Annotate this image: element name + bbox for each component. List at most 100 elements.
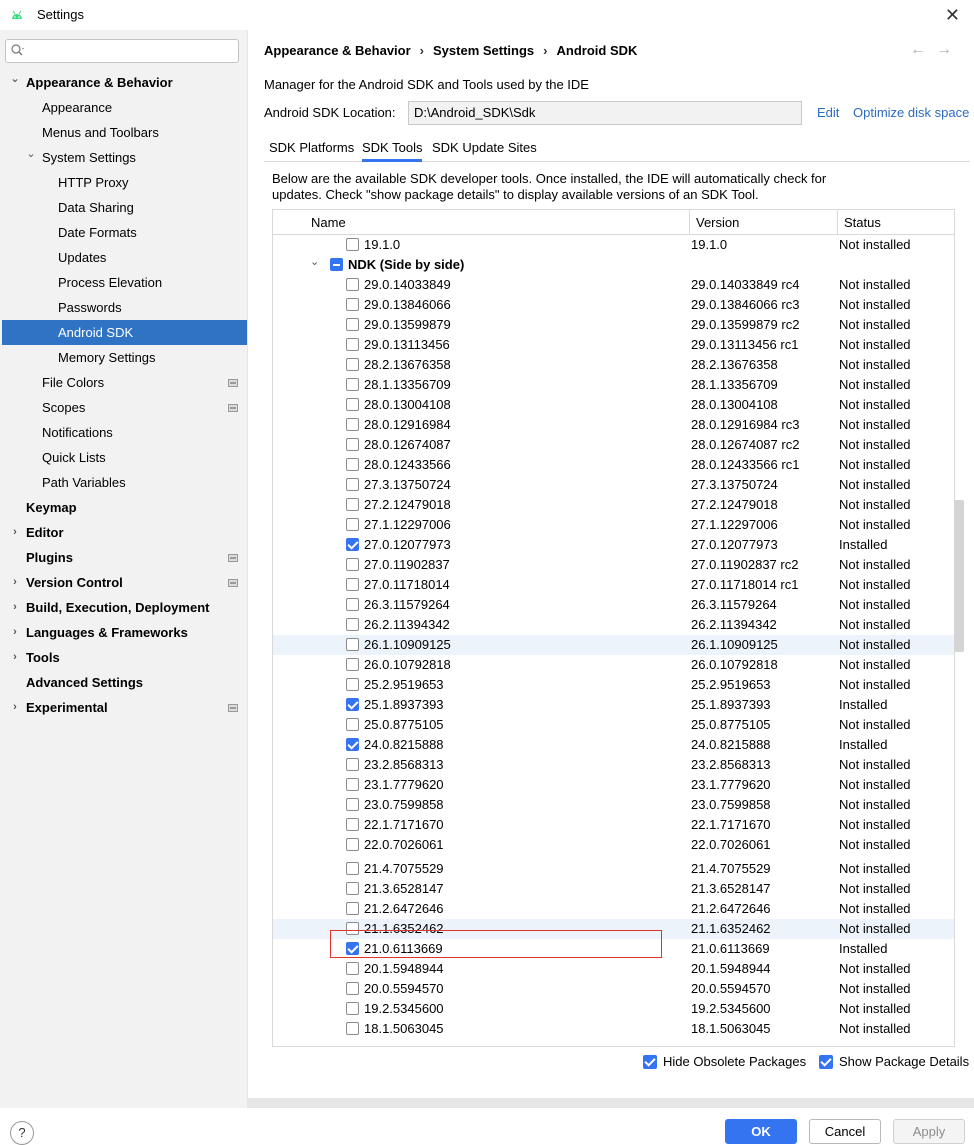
sidebar-item-tools[interactable]: › Tools <box>2 645 247 670</box>
sidebar-item-appearance-behavior[interactable]: ⌄ Appearance & Behavior <box>2 70 247 95</box>
breadcrumb-item[interactable]: Appearance & Behavior <box>264 43 411 58</box>
sidebar-item-notifications[interactable]: Notifications <box>2 420 247 445</box>
row-checkbox[interactable] <box>346 398 359 411</box>
sidebar-item-android-sdk[interactable]: Android SDK <box>2 320 247 345</box>
tab-sdk-tools[interactable]: SDK Tools <box>362 140 423 162</box>
table-row[interactable]: 29.0.13113456 29.0.13113456 rc1 Not instal… <box>273 335 954 355</box>
table-row[interactable]: 26.0.10792818 26.0.10792818 Not installed <box>273 655 954 675</box>
table-row[interactable]: 23.1.7779620 23.1.7779620 Not installed <box>273 775 954 795</box>
sidebar-item-editor[interactable]: › Editor <box>2 520 247 545</box>
row-checkbox[interactable] <box>346 738 359 751</box>
table-row[interactable]: 29.0.13599879 29.0.13599879 rc2 Not instal… <box>273 315 954 335</box>
chevron-right-icon[interactable]: › <box>9 595 21 620</box>
row-checkbox[interactable] <box>346 678 359 691</box>
row-checkbox[interactable] <box>346 598 359 611</box>
table-row[interactable]: 21.3.6528147 21.3.6528147 Not installed <box>273 879 954 899</box>
table-row[interactable]: 28.0.12916984 28.0.12916984 rc3 Not instal… <box>273 415 954 435</box>
table-row[interactable]: 23.0.7599858 23.0.7599858 Not installed <box>273 795 954 815</box>
row-checkbox[interactable] <box>346 818 359 831</box>
row-checkbox[interactable] <box>346 658 359 671</box>
row-checkbox[interactable] <box>346 1002 359 1015</box>
table-row[interactable]: 28.1.13356709 28.1.13356709 Not installed <box>273 375 954 395</box>
show-details-checkbox[interactable] <box>819 1055 833 1069</box>
column-header-name[interactable]: Name <box>311 215 346 230</box>
sidebar-item-version-control[interactable]: › Version Control <box>2 570 247 595</box>
row-checkbox[interactable] <box>346 1022 359 1035</box>
table-row[interactable]: 21.4.7075529 21.4.7075529 Not installed <box>273 859 954 879</box>
row-checkbox[interactable] <box>346 238 359 251</box>
row-checkbox[interactable] <box>346 478 359 491</box>
row-checkbox[interactable] <box>346 518 359 531</box>
table-row[interactable]: 29.0.13846066 29.0.13846066 rc3 Not instal… <box>273 295 954 315</box>
forward-arrow-icon[interactable]: → <box>936 41 962 58</box>
tab-sdk-update-sites[interactable]: SDK Update Sites <box>432 140 537 162</box>
row-checkbox[interactable] <box>346 882 359 895</box>
optimize-disk-space-link[interactable]: Optimize disk space <box>853 105 969 120</box>
sidebar-item-path-variables[interactable]: Path Variables <box>2 470 247 495</box>
table-row[interactable]: 24.0.8215888 24.0.8215888 Installed <box>273 735 954 755</box>
table-row[interactable]: 21.2.6472646 21.2.6472646 Not installed <box>273 899 954 919</box>
chevron-right-icon[interactable]: › <box>9 570 21 595</box>
sidebar-item-plugins[interactable]: Plugins <box>2 545 247 570</box>
sidebar-item-menus-and-toolbars[interactable]: Menus and Toolbars <box>2 120 247 145</box>
edit-link[interactable]: Edit <box>817 105 839 120</box>
row-checkbox[interactable] <box>346 638 359 651</box>
chevron-right-icon[interactable]: › <box>9 620 21 645</box>
chevron-right-icon[interactable]: › <box>9 520 21 545</box>
row-checkbox[interactable] <box>346 458 359 471</box>
row-checkbox[interactable] <box>346 578 359 591</box>
table-row[interactable]: 20.1.5948944 20.1.5948944 Not installed <box>273 959 954 979</box>
row-checkbox[interactable] <box>346 698 359 711</box>
table-row[interactable]: 22.0.7026061 22.0.7026061 Not installed <box>273 835 954 855</box>
row-checkbox[interactable] <box>346 498 359 511</box>
sidebar-item-date-formats[interactable]: Date Formats <box>2 220 247 245</box>
table-row[interactable]: 28.0.12433566 28.0.12433566 rc1 Not instal… <box>273 455 954 475</box>
chevron-down-icon[interactable]: ⌄ <box>25 142 37 167</box>
row-checkbox[interactable] <box>346 378 359 391</box>
table-row[interactable]: 19.2.5345600 19.2.5345600 Not installed <box>273 999 954 1019</box>
horizontal-scrollbar[interactable] <box>248 1098 974 1108</box>
row-checkbox[interactable] <box>346 982 359 995</box>
table-row[interactable]: 26.2.11394342 26.2.11394342 Not installed <box>273 615 954 635</box>
close-icon[interactable]: ✕ <box>945 5 960 26</box>
tab-sdk-platforms[interactable]: SDK Platforms <box>269 140 354 162</box>
table-row[interactable]: 19.1.0 19.1.0 Not installed <box>273 235 954 255</box>
row-checkbox[interactable] <box>346 558 359 571</box>
row-checkbox[interactable] <box>346 298 359 311</box>
table-row[interactable]: 25.2.9519653 25.2.9519653 Not installed <box>273 675 954 695</box>
sidebar-item-process-elevation[interactable]: Process Elevation <box>2 270 247 295</box>
table-row[interactable]: 27.0.11718014 27.0.11718014 rc1 Not instal… <box>273 575 954 595</box>
sidebar-item-scopes[interactable]: Scopes <box>2 395 247 420</box>
sidebar-item-file-colors[interactable]: File Colors <box>2 370 247 395</box>
chevron-right-icon[interactable]: › <box>9 695 21 720</box>
cancel-button[interactable]: Cancel <box>809 1119 881 1144</box>
sidebar-item-build-execution-deployment[interactable]: › Build, Execution, Deployment <box>2 595 247 620</box>
row-checkbox[interactable] <box>346 438 359 451</box>
sidebar-item-experimental[interactable]: › Experimental <box>2 695 247 720</box>
row-checkbox[interactable] <box>346 962 359 975</box>
column-header-status[interactable]: Status <box>844 215 881 230</box>
row-checkbox[interactable] <box>346 862 359 875</box>
row-checkbox[interactable] <box>346 358 359 371</box>
sidebar-item-data-sharing[interactable]: Data Sharing <box>2 195 247 220</box>
table-row[interactable]: 27.2.12479018 27.2.12479018 Not installed <box>273 495 954 515</box>
column-header-version[interactable]: Version <box>696 215 739 230</box>
table-row[interactable]: 27.3.13750724 27.3.13750724 Not installed <box>273 475 954 495</box>
sidebar-item-passwords[interactable]: Passwords <box>2 295 247 320</box>
row-checkbox[interactable] <box>346 758 359 771</box>
group-row[interactable]: ⌄ NDK (Side by side) <box>273 255 954 275</box>
row-checkbox[interactable] <box>346 338 359 351</box>
table-row[interactable]: 25.1.8937393 25.1.8937393 Installed <box>273 695 954 715</box>
row-checkbox[interactable] <box>346 318 359 331</box>
table-row[interactable]: 28.2.13676358 28.2.13676358 Not installed <box>273 355 954 375</box>
row-checkbox[interactable] <box>346 418 359 431</box>
hide-obsolete-checkbox[interactable] <box>643 1055 657 1069</box>
sidebar-item-http-proxy[interactable]: HTTP Proxy <box>2 170 247 195</box>
help-button[interactable]: ? <box>10 1121 34 1145</box>
row-checkbox[interactable] <box>346 798 359 811</box>
table-row[interactable]: 25.0.8775105 25.0.8775105 Not installed <box>273 715 954 735</box>
table-row[interactable]: 27.0.12077973 27.0.12077973 Installed <box>273 535 954 555</box>
apply-button[interactable]: Apply <box>893 1119 965 1144</box>
row-checkbox[interactable] <box>346 902 359 915</box>
table-row[interactable]: 27.0.11902837 27.0.11902837 rc2 Not instal… <box>273 555 954 575</box>
